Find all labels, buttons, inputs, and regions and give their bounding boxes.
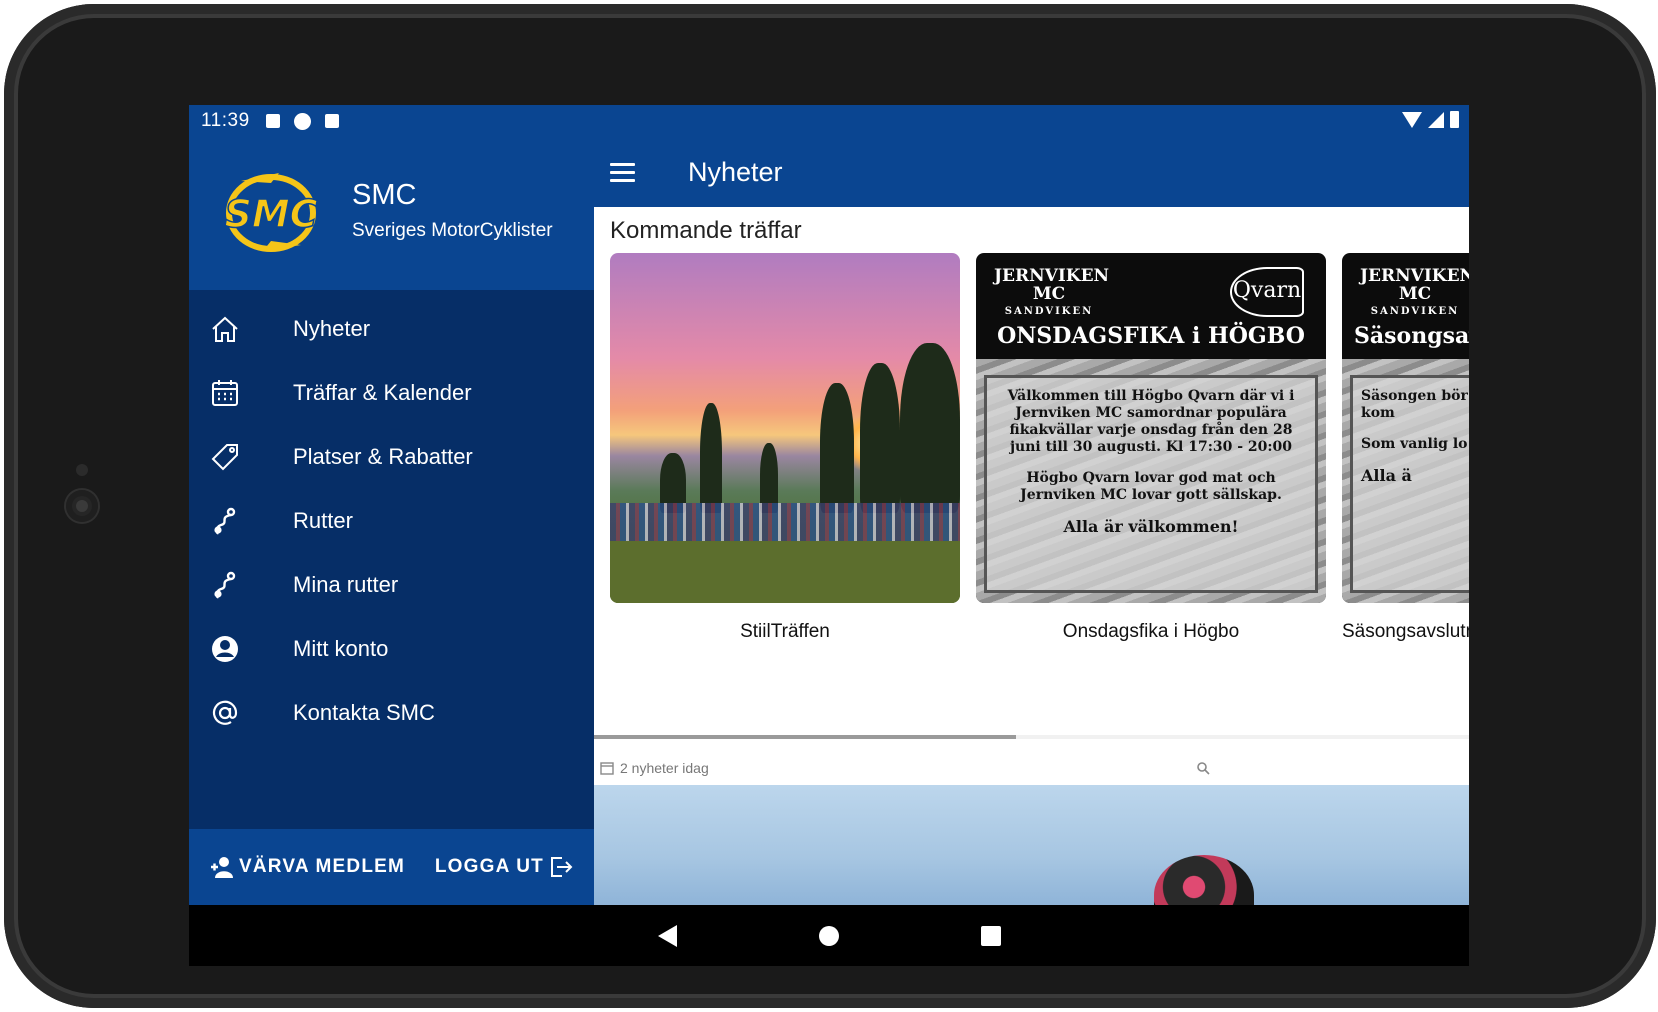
menu-item-mina-rutter[interactable]: Mina rutter [189, 553, 594, 617]
signal-icon [1428, 111, 1444, 128]
account-icon [205, 629, 245, 669]
menu-label: Träffar & Kalender [293, 380, 472, 405]
at-icon [205, 693, 245, 733]
smc-logo-icon: SMC [224, 173, 318, 252]
section-title: Kommande träffar [610, 217, 802, 244]
carousel-scroll-thumb[interactable] [594, 735, 1016, 739]
status-time: 11:39 [201, 110, 250, 131]
sensor-dot [76, 464, 88, 476]
notification-a-icon [265, 114, 280, 128]
menu-item-traffar-kalender[interactable]: Träffar & Kalender [189, 361, 594, 425]
recruit-member-label: VÄRVA MEDLEM [239, 856, 406, 877]
app-name: SMC [352, 179, 417, 211]
battery-icon [1450, 111, 1459, 128]
svg-text:SMC: SMC [224, 192, 317, 236]
event-title: Onsdagsfika i Högbo [1062, 621, 1240, 642]
system-navigation-bar [189, 905, 1469, 966]
menu-label: Mitt konto [293, 636, 389, 661]
route-icon [205, 501, 245, 541]
front-camera [66, 490, 98, 522]
event-poster: JERNVIKEN MC SANDVIKEN Säsongsav Säsonge… [1342, 253, 1469, 603]
main-content: Nyheter Kommande träffar StiilTräffen JE… [594, 137, 1469, 905]
menu-label: Mina rutter [293, 572, 399, 597]
logout-button[interactable]: LOGGA UT [435, 854, 574, 880]
event-title: StiilTräffen [740, 621, 830, 642]
event-card[interactable]: StiilTräffen [610, 253, 960, 643]
menu-item-rutter[interactable]: Rutter [189, 489, 594, 553]
search-icon[interactable] [1196, 761, 1210, 775]
drawer-menu: Nyheter Träffar & Kalender Platser & Rab… [189, 297, 594, 745]
back-button[interactable] [647, 916, 687, 956]
event-image: JERNVIKEN MC SANDVIKEN Qvarn ONSDAGSFIKA… [976, 253, 1326, 603]
menu-item-platser-rabatter[interactable]: Platser & Rabatter [189, 425, 594, 489]
notification-p-icon [293, 112, 311, 130]
menu-item-mitt-konto[interactable]: Mitt konto [189, 617, 594, 681]
tag-icon [205, 437, 245, 477]
app-bar: Nyheter [594, 137, 1469, 207]
poster-text-panel: Välkommen till Högbo Qvarn där vi i Jern… [984, 375, 1318, 593]
news-meta: 2 nyheter idag [600, 755, 1460, 781]
screen: 11:39 SMC SMC Sveriges MotorCyklister Ny… [189, 105, 1469, 905]
menu-icon[interactable] [610, 154, 646, 190]
back-icon [657, 924, 677, 947]
calendar-icon [600, 762, 614, 775]
poster-text-panel: Säsongen bör avslutar med Mer info kom S… [1350, 375, 1469, 593]
menu-item-kontakta-smc[interactable]: Kontakta SMC [189, 681, 594, 745]
status-bar: 11:39 [189, 105, 1469, 137]
recruit-member-button[interactable]: VÄRVA MEDLEM [209, 854, 405, 880]
event-card[interactable]: JERNVIKEN MC SANDVIKEN Säsongsav Säsonge… [1342, 253, 1469, 643]
event-title: Säsongsavslutn [1342, 621, 1469, 642]
carousel-scrollbar[interactable] [594, 735, 1469, 739]
poster-brand: Qvarn [1230, 267, 1304, 317]
page-title: Nyheter [688, 156, 783, 187]
sunset-camp-photo [610, 253, 960, 603]
add-person-icon [211, 857, 233, 878]
news-hero-image[interactable] [594, 785, 1469, 905]
home-icon [205, 309, 245, 349]
home-circle-icon [819, 925, 839, 946]
app-subtitle: Sveriges MotorCyklister [352, 220, 553, 241]
drawer-header: SMC SMC Sveriges MotorCyklister [189, 137, 594, 290]
recents-button[interactable] [971, 916, 1011, 956]
motocross-helmet-photo [1154, 855, 1254, 905]
recents-icon [981, 925, 1001, 946]
poster-headline: Säsongsav [1354, 323, 1469, 349]
calendar-icon [205, 373, 245, 413]
event-image: JERNVIKEN MC SANDVIKEN Säsongsav Säsonge… [1342, 253, 1469, 603]
logout-label: LOGGA UT [434, 856, 544, 877]
drawer-footer: VÄRVA MEDLEM LOGGA UT [189, 829, 594, 905]
poster-headline: ONSDAGSFIKA i HÖGBO [997, 323, 1305, 349]
news-count: 2 nyheter idag [620, 760, 709, 776]
sd-card-icon [324, 114, 339, 128]
event-image [610, 253, 960, 603]
home-button[interactable] [809, 916, 849, 956]
event-card[interactable]: JERNVIKEN MC SANDVIKEN Qvarn ONSDAGSFIKA… [976, 253, 1326, 643]
events-carousel[interactable]: StiilTräffen JERNVIKEN MC SANDVIKEN Qvar… [610, 253, 1469, 642]
route-icon [205, 565, 245, 605]
menu-label: Kontakta SMC [293, 700, 435, 725]
poster-club: JERNVIKEN MC SANDVIKEN [994, 266, 1110, 317]
navigation-drawer: SMC SMC Sveriges MotorCyklister Nyheter … [189, 137, 594, 905]
poster-club: JERNVIKEN MC SANDVIKEN [1360, 266, 1469, 317]
event-poster: JERNVIKEN MC SANDVIKEN Qvarn ONSDAGSFIKA… [976, 253, 1326, 603]
menu-item-nyheter[interactable]: Nyheter [189, 297, 594, 361]
wifi-icon [1402, 111, 1422, 128]
menu-label: Platser & Rabatter [293, 444, 473, 469]
logout-icon [551, 857, 573, 877]
menu-label: Rutter [293, 508, 353, 533]
menu-label: Nyheter [293, 316, 371, 341]
